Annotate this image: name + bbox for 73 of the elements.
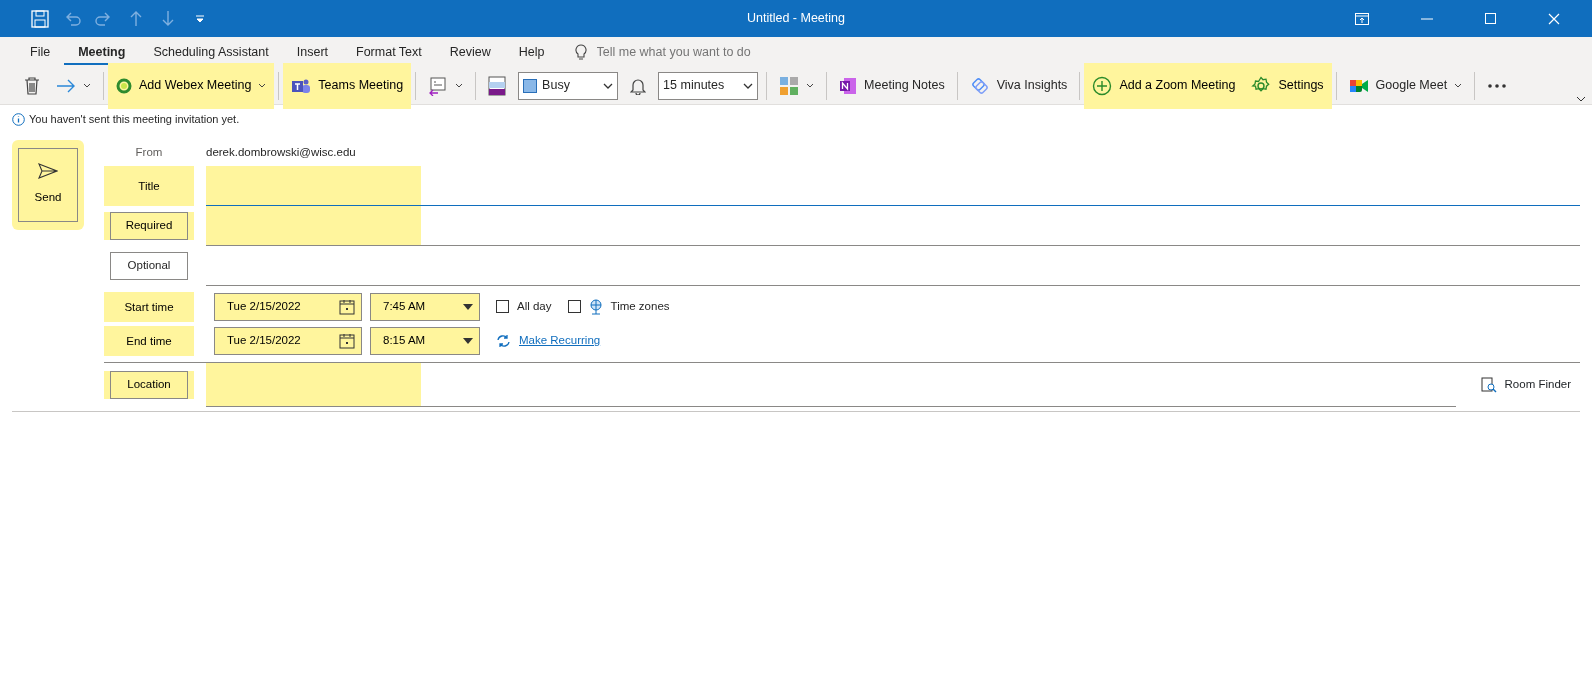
ring-icon — [116, 77, 132, 94]
calendar-icon — [339, 332, 355, 349]
chevron-down-icon — [603, 82, 614, 89]
lightbulb-icon — [574, 43, 587, 61]
expand-ribbon-icon[interactable] — [1576, 96, 1586, 102]
close-icon[interactable] — [1548, 12, 1560, 25]
address-button[interactable]: Optional — [110, 251, 188, 280]
more-icon — [1487, 82, 1508, 89]
all-day-checkbox[interactable] — [496, 300, 509, 313]
maximize-icon[interactable] — [1485, 13, 1496, 24]
status-bar-icon — [488, 75, 507, 96]
magnifier-icon — [1480, 376, 1497, 393]
ribbon-button[interactable]: Google Meet — [1340, 68, 1471, 103]
ribbon-button[interactable]: Teams Meeting — [283, 62, 412, 109]
text-field[interactable] — [206, 205, 1580, 246]
checkbox-label: All day — [517, 298, 552, 314]
location-field[interactable] — [206, 362, 1456, 407]
room-finder-button[interactable]: Room Finder — [1471, 370, 1580, 399]
date-picker[interactable]: Tue 2/15/2022 — [214, 292, 362, 321]
field-label: Start time — [104, 291, 194, 322]
time-picker[interactable]: 7:45 AM — [370, 292, 480, 321]
grid-icon — [779, 75, 800, 96]
color-square-icon — [523, 78, 538, 93]
info-message: You haven't sent this meeting invitation yet. — [29, 112, 240, 127]
dropdown-arrow-icon — [463, 337, 473, 344]
chevron-down-icon — [743, 82, 754, 89]
recurrence-icon — [496, 333, 511, 348]
bell-icon — [630, 76, 647, 95]
address-button[interactable]: Location — [110, 370, 188, 399]
time-picker[interactable]: 8:15 AM — [370, 326, 480, 355]
info-icon — [12, 112, 25, 126]
up-arrow-icon[interactable] — [129, 10, 143, 27]
menu-tab[interactable]: Review — [435, 38, 505, 66]
people-icon — [291, 77, 312, 94]
from-address: derek.dombrowski@wisc.edu — [206, 144, 356, 160]
send-button[interactable]: Send — [18, 147, 78, 222]
make-recurring-link[interactable]: Make Recurring — [519, 331, 601, 350]
send-icon — [38, 162, 58, 179]
minimize-icon[interactable] — [1421, 17, 1433, 20]
ribbon-button[interactable]: Add Webex Meeting — [108, 62, 275, 109]
date-picker[interactable]: Tue 2/15/2022 — [214, 326, 362, 355]
ribbon-button[interactable]: Settings — [1243, 62, 1332, 109]
address-button[interactable]: Required — [110, 211, 188, 240]
from-label: From — [134, 144, 164, 160]
trash-icon — [24, 76, 40, 95]
plus-circle-icon — [1092, 75, 1113, 96]
field-label: Title — [104, 165, 194, 206]
customize-icon[interactable] — [195, 14, 205, 23]
ribbon-display-icon[interactable] — [1355, 12, 1369, 25]
reply-form-icon — [428, 75, 449, 96]
save-icon[interactable] — [31, 9, 49, 28]
menu-tab[interactable]: Help — [504, 38, 559, 66]
diamond-shapes-icon — [969, 75, 990, 96]
ribbon-button[interactable]: Viva Insights — [961, 68, 1076, 103]
down-arrow-icon[interactable] — [161, 10, 175, 27]
ribbon-button[interactable]: Add a Zoom Meeting — [1084, 62, 1244, 109]
ribbon-button[interactable]: Meeting Notes — [831, 68, 953, 103]
checkbox-label: Time zones — [610, 298, 670, 314]
dropdown-field[interactable]: Busy — [518, 71, 619, 100]
arrow-icon — [56, 78, 76, 93]
tell-me-field[interactable]: Tell me what you want to do — [594, 41, 855, 63]
field-label: End time — [104, 325, 194, 356]
dropdown-value: Busy — [542, 77, 571, 95]
notebook-icon — [839, 76, 858, 95]
menu-tab[interactable]: File — [16, 38, 65, 66]
window-title: Untitled - Meeting — [747, 10, 845, 28]
dropdown-arrow-icon — [463, 303, 473, 310]
video-camera-icon — [1348, 77, 1369, 94]
calendar-icon — [339, 298, 355, 315]
dropdown-field[interactable]: 15 minutes — [658, 71, 759, 100]
time-zones-checkbox[interactable] — [567, 300, 581, 313]
dropdown-value: 15 minutes — [663, 77, 726, 95]
globe-icon — [588, 298, 603, 315]
